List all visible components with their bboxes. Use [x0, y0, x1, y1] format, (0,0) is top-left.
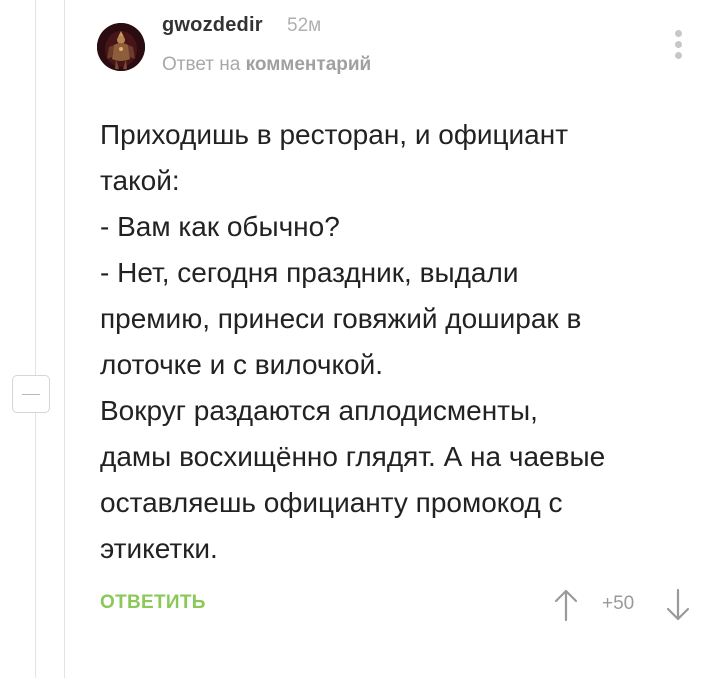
reply-prefix: Ответ на	[162, 54, 241, 75]
thread-line	[35, 0, 36, 678]
comment-text: Приходишь в ресторан, и официант такой: …	[100, 119, 606, 564]
reply-info: Ответ на комментарий	[162, 54, 371, 76]
arrow-down-icon	[666, 588, 690, 621]
parent-comment-link[interactable]: комментарий	[246, 54, 372, 75]
minus-icon	[22, 394, 40, 395]
upvote-button[interactable]	[553, 588, 579, 622]
reply-button[interactable]: ОТВЕТИТЬ	[100, 592, 206, 614]
downvote-button[interactable]	[665, 588, 691, 622]
author-name[interactable]: gwozdedir	[162, 14, 263, 37]
rating-count: +50	[602, 593, 635, 614]
more-options-button[interactable]	[670, 28, 688, 62]
arrow-up-icon	[554, 589, 578, 622]
thread-line-nested	[64, 0, 65, 678]
collapse-thread-button[interactable]	[12, 375, 50, 413]
comment-time: 52м	[287, 15, 322, 36]
avatar-image	[97, 23, 145, 71]
avatar[interactable]	[97, 23, 145, 71]
